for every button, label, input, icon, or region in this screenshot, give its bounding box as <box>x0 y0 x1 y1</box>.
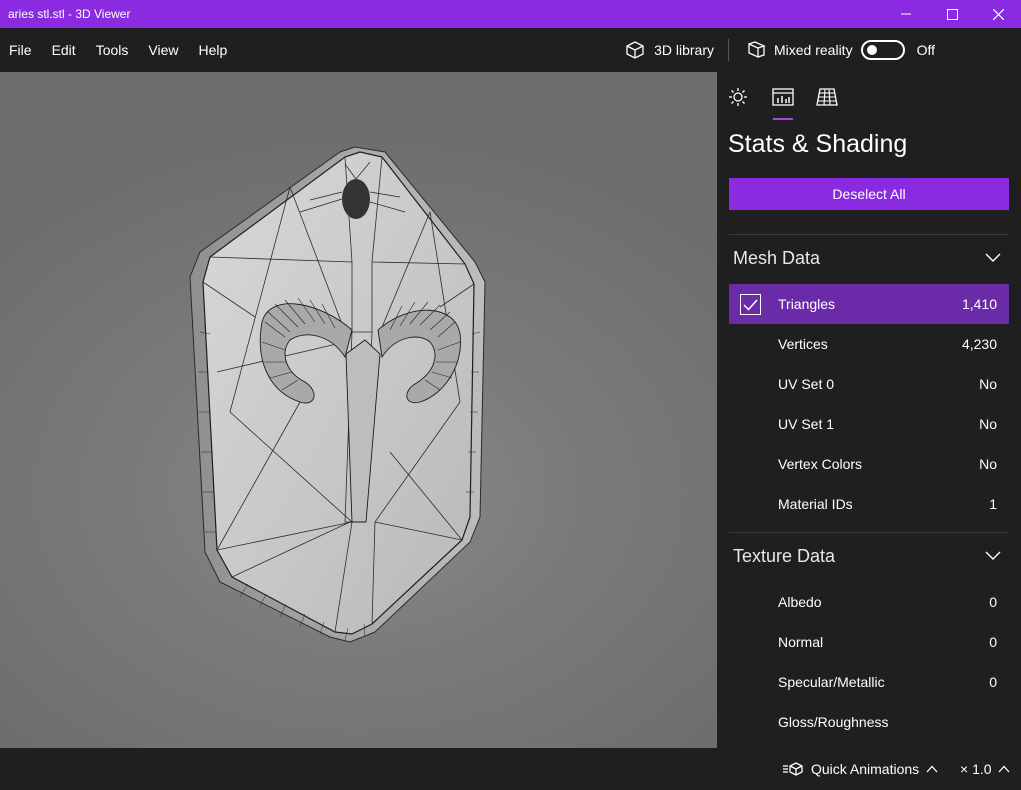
menu-help[interactable]: Help <box>188 28 237 72</box>
texture-data-title: Texture Data <box>733 545 836 566</box>
row-value: 0 <box>989 634 997 650</box>
checkmark-icon <box>743 298 758 311</box>
maximize-icon <box>946 8 958 20</box>
row-value: 0 <box>989 674 997 690</box>
quick-animations-label: Quick Animations <box>811 761 920 777</box>
maximize-button[interactable] <box>929 0 975 28</box>
texture-row-albedo[interactable]: Albedo 0 <box>729 582 1009 622</box>
menu-bar: File Edit Tools View Help 3D library Mix… <box>0 28 1021 72</box>
mesh-row-vertex-colors[interactable]: Vertex Colors No <box>729 444 1009 484</box>
mixed-reality-label: Mixed reality <box>773 42 853 58</box>
minimize-icon <box>901 13 911 15</box>
mesh-data-header[interactable]: Mesh Data <box>729 238 1009 278</box>
stats-panel: Stats & Shading Deselect All Mesh Data T… <box>717 72 1021 748</box>
texture-row-normal[interactable]: Normal 0 <box>729 622 1009 662</box>
mesh-row-uv-set-0[interactable]: UV Set 0 No <box>729 364 1009 404</box>
row-label: Vertex Colors <box>778 456 863 472</box>
animation-speed-label: × 1.0 <box>960 761 992 777</box>
mesh-data-title: Mesh Data <box>733 247 821 268</box>
3d-library-button[interactable]: 3D library <box>614 28 728 72</box>
sun-icon <box>729 88 747 106</box>
triangles-checkbox[interactable] <box>740 294 761 315</box>
cube-icon <box>626 41 644 59</box>
title-bar: aries stl.stl - 3D Viewer <box>0 0 1021 28</box>
chevron-up-icon <box>998 765 1010 773</box>
chevron-up-icon <box>926 765 938 773</box>
row-label: Albedo <box>778 594 822 610</box>
menu-tools[interactable]: Tools <box>86 28 139 72</box>
row-value: 1,410 <box>961 296 997 312</box>
mesh-row-vertices[interactable]: Vertices 4,230 <box>729 324 1009 364</box>
mixed-reality-button[interactable]: Mixed reality <box>735 28 853 72</box>
menu-edit[interactable]: Edit <box>42 28 86 72</box>
texture-row-specular[interactable]: Specular/Metallic 0 <box>729 662 1009 702</box>
aries-pendant-model[interactable] <box>0 72 717 748</box>
quick-animations-button[interactable]: Quick Animations <box>782 748 938 790</box>
chevron-down-icon <box>985 551 1001 560</box>
mesh-row-uv-set-1[interactable]: UV Set 1 No <box>729 404 1009 444</box>
row-value: 0 <box>989 594 997 610</box>
row-value: 4,230 <box>961 336 997 352</box>
row-value: No <box>979 376 997 392</box>
tab-lighting[interactable] <box>725 84 751 110</box>
texture-row-gloss[interactable]: Gloss/Roughness <box>729 702 1009 742</box>
mixed-reality-icon <box>748 41 766 59</box>
menu-file[interactable]: File <box>0 28 42 72</box>
mixed-reality-toggle[interactable] <box>860 40 905 60</box>
toggle-knob <box>866 45 877 55</box>
panel-title: Stats & Shading <box>728 130 908 158</box>
row-label: Triangles <box>778 296 836 312</box>
tab-stats[interactable] <box>770 84 796 120</box>
row-value: 1 <box>989 496 997 512</box>
grid-icon <box>816 88 838 106</box>
row-label: Specular/Metallic <box>778 674 885 690</box>
tab-grid[interactable] <box>814 84 840 110</box>
menu-view[interactable]: View <box>138 28 188 72</box>
mesh-row-material-ids[interactable]: Material IDs 1 <box>729 484 1009 524</box>
row-label: Vertices <box>778 336 828 352</box>
row-label: Normal <box>778 634 824 650</box>
panel-tabs <box>717 72 1021 122</box>
deselect-all-button[interactable]: Deselect All <box>729 178 1009 210</box>
section-divider <box>729 532 1009 533</box>
close-icon <box>992 8 1004 20</box>
row-label: Material IDs <box>778 496 853 512</box>
row-value: No <box>979 416 997 432</box>
texture-data-header[interactable]: Texture Data <box>729 536 1009 576</box>
chevron-down-icon <box>985 253 1001 262</box>
mixed-reality-state: Off <box>916 42 935 58</box>
row-label: UV Set 0 <box>778 376 835 392</box>
row-label: UV Set 1 <box>778 416 835 432</box>
window-title: aries stl.stl - 3D Viewer <box>8 7 131 21</box>
animation-icon <box>783 762 803 776</box>
3d-viewport[interactable] <box>0 72 717 748</box>
mesh-row-triangles[interactable]: Triangles 1,410 <box>729 284 1009 324</box>
stats-icon <box>772 88 794 106</box>
menu-divider <box>727 39 729 61</box>
row-value: No <box>979 456 997 472</box>
animation-speed-button[interactable]: × 1.0 <box>960 748 1010 790</box>
3d-library-label: 3D library <box>654 42 714 58</box>
minimize-button[interactable] <box>883 0 929 28</box>
close-button[interactable] <box>975 0 1021 28</box>
section-divider <box>729 234 1009 235</box>
bottom-bar: Quick Animations × 1.0 <box>0 748 1021 790</box>
row-label: Gloss/Roughness <box>778 714 889 730</box>
